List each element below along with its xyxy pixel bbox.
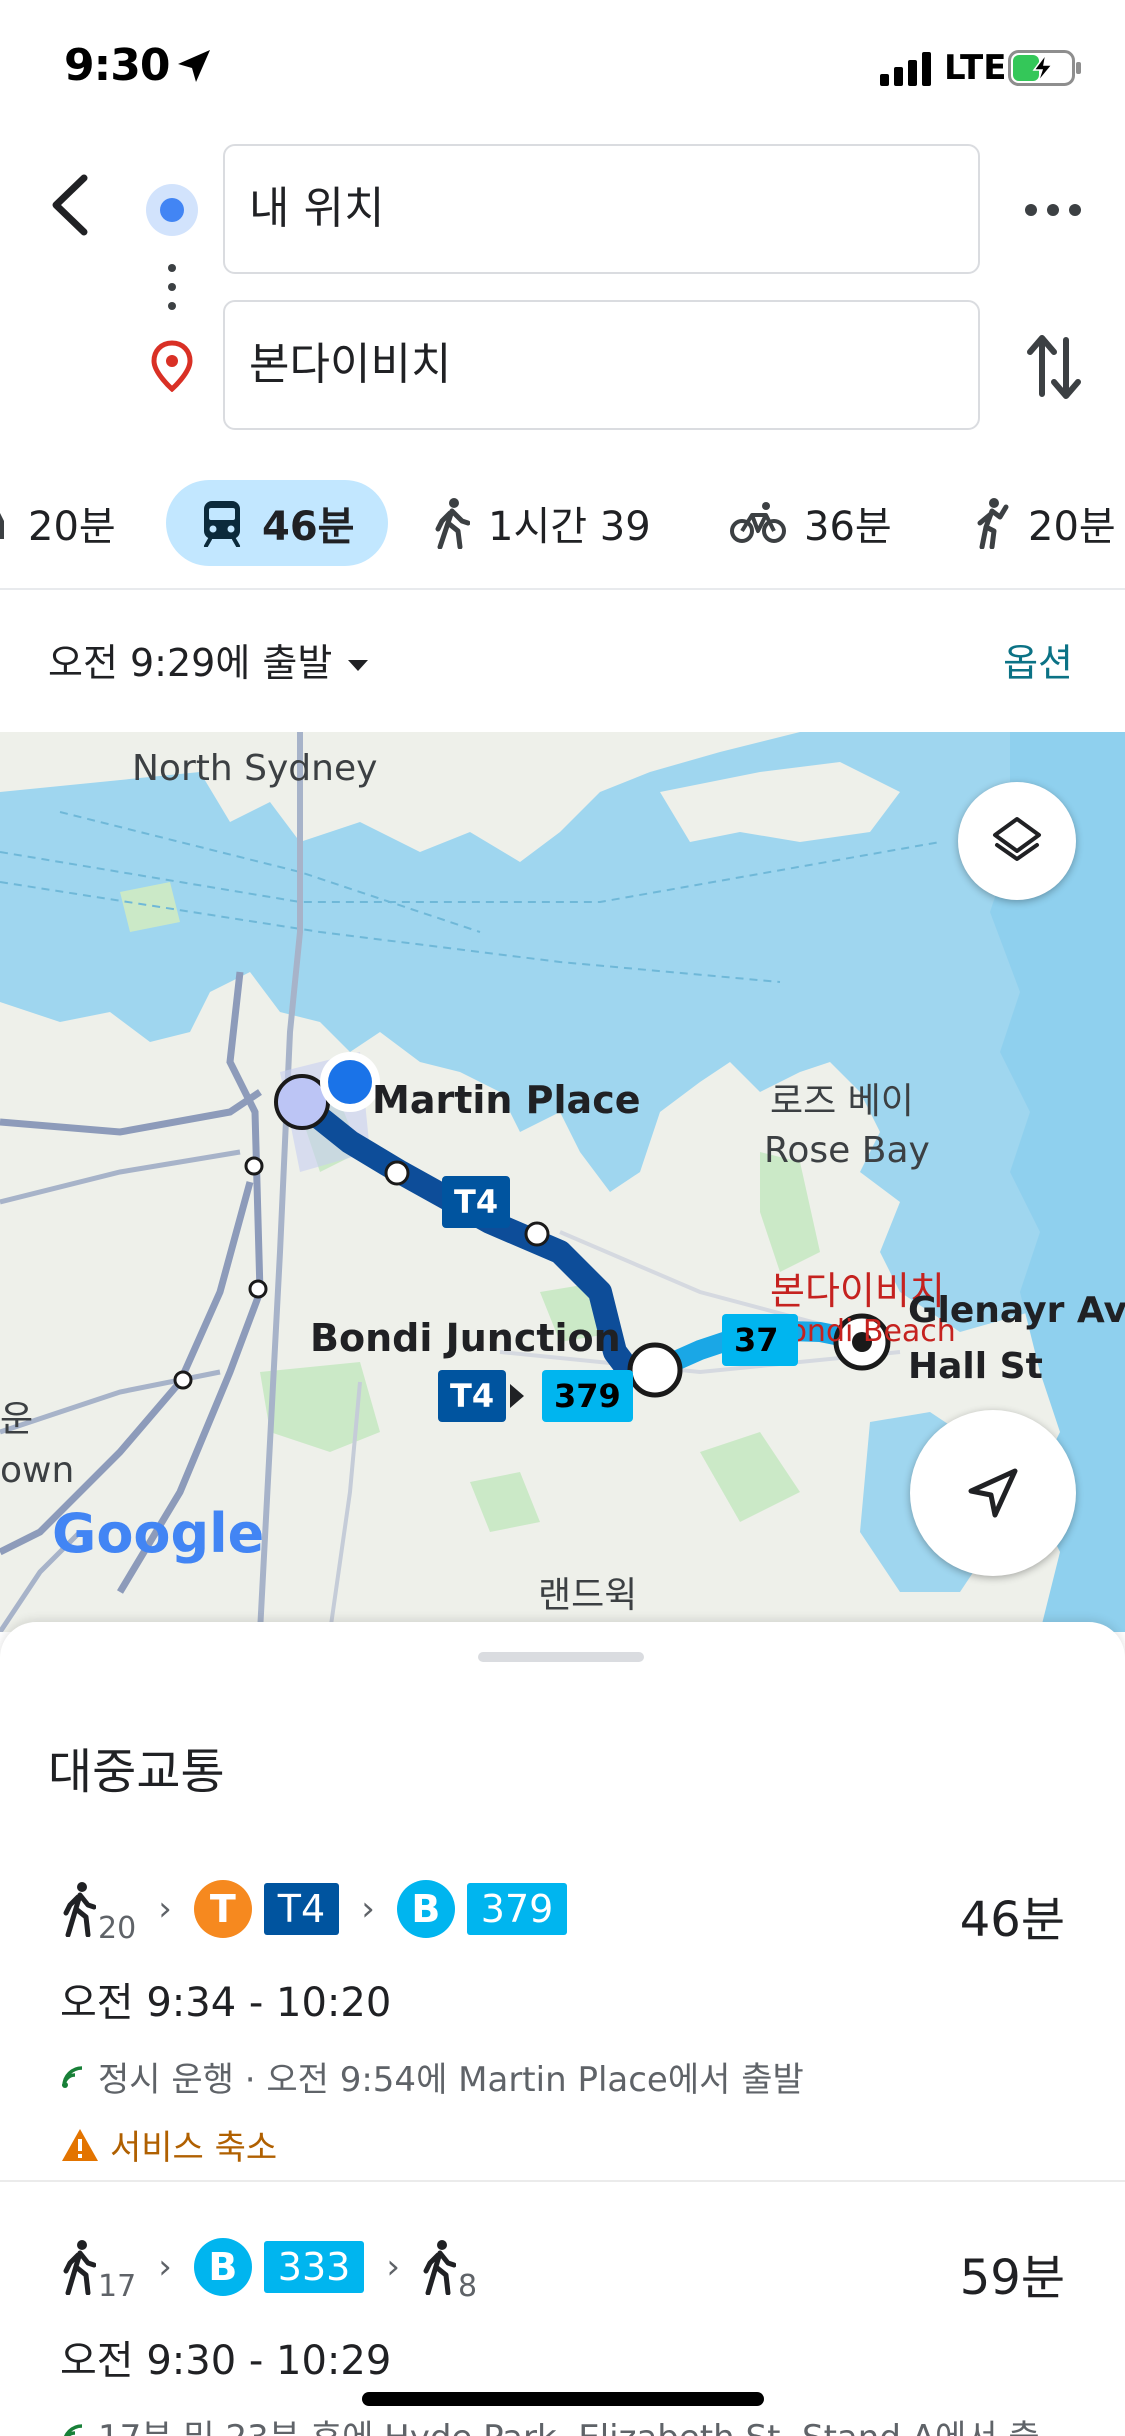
mode-tab-transit[interactable]: 46분 [166,480,389,566]
start-navigation-button[interactable] [910,1410,1076,1576]
map-label-bondi-junction: Bondi Junction [310,1316,621,1360]
route-duration: 46분 [959,1892,1065,1948]
sheet-drag-handle[interactable] [478,1652,644,1662]
mode-tab-label: 36분 [804,504,892,550]
origin-input[interactable]: 내 위치 [223,144,980,274]
walk-icon [435,498,470,549]
departure-time-selector[interactable]: 오전 9:29에 출발 [48,632,369,687]
map-label-north-sydney: North Sydney [132,748,378,789]
home-indicator[interactable] [362,2392,764,2406]
swap-directions-icon[interactable] [1024,330,1084,404]
walk-icon [63,2240,96,2295]
route-arrow-icon [510,1384,524,1408]
travel-mode-tabs: 20분 46분 1시간 39 36분 20분 [0,470,1125,576]
service-alert: 서비스 축소 [60,2120,277,2169]
walk-minutes-before: 17 [98,2268,137,2304]
walk-icon [63,1882,96,1937]
bike-icon [730,502,786,543]
mode-tab-rideshare[interactable]: 20분 [970,480,1116,566]
route-divider [0,2180,1125,2182]
walk-icon [423,2240,456,2295]
destination-input[interactable]: 본다이비치 [223,300,980,430]
alert-text: 서비스 축소 [110,2128,278,2168]
warning-icon [62,2128,98,2161]
walk-minutes-after: 8 [457,2268,478,2304]
connector-dots-icon [168,264,176,310]
signal-bars-icon [880,52,931,86]
battery-charging-icon [1008,50,1081,86]
realtime-info: 17분 및 23분 후에 Hyde Park, Elizabeth St, St… [60,2410,1074,2436]
leg-separator-icon: › [361,1889,375,1929]
status-bar: 9:30 LTE [0,0,1125,140]
leg-separator-icon: › [158,1889,172,1929]
dropdown-caret-icon [348,660,369,671]
train-line-chip: T4 [263,1883,340,1935]
bus-line-chip: 333 [263,2241,365,2293]
map-train-badge: T4 [442,1176,511,1228]
mode-tab-label: 46분 [262,504,355,550]
leg-separator-icon: › [386,2247,400,2287]
back-arrow-icon[interactable] [40,170,100,240]
route-times: 오전 9:34 - 10:20 [60,1980,392,2026]
layers-icon [993,817,1041,861]
rideshare-icon [977,498,1009,549]
location-arrow-icon [178,50,210,82]
map-label-rose-bay-ko: 로즈 베이 [770,1081,914,1122]
mode-tab-drive[interactable]: 20분 [0,480,116,566]
map-label-edge-a: 운 [0,1399,34,1440]
navigation-arrow-icon [968,1468,1018,1518]
options-link[interactable]: 옵션 [1003,632,1073,687]
sheet-title: 대중교통 [48,1744,225,1800]
realtime-info: 정시 운행 · 오전 9:54에 Martin Place에서 출발 [60,2052,804,2101]
route-duration: 59분 [959,2250,1065,2306]
map-train-badge-junction: T4 [438,1370,507,1422]
mode-tab-walk[interactable]: 1시간 39 [434,480,651,566]
leg-separator-icon: › [158,2247,172,2287]
bus-mode-icon: B [193,2238,252,2296]
route-map[interactable]: North Sydney Martin Place 로즈 베이 Rose Bay… [0,732,1125,1632]
origin-dot-icon [146,184,198,236]
more-options-icon[interactable] [1018,180,1088,240]
route-legs: 20 › T T4 › B 379 [62,1874,568,1946]
mode-tab-bike[interactable]: 36분 [730,480,892,566]
car-icon [0,513,4,539]
transit-icon [204,501,240,547]
map-label-glenayr: Glenayr Av [908,1290,1125,1331]
map-label-hall-st: Hall St [908,1346,1043,1387]
map-label-edge-b: own [0,1450,75,1491]
network-type: LTE [944,48,1007,88]
train-mode-icon: T [193,1880,252,1938]
bus-mode-icon: B [396,1880,455,1938]
google-logo: Google [52,1502,265,1565]
map-label-rose-bay-en: Rose Bay [764,1130,930,1171]
departure-label: 오전 9:29에 출발 [48,641,333,685]
mode-tab-label: 20분 [1028,504,1116,550]
map-label-martin-place: Martin Place [372,1078,641,1122]
mode-divider [0,588,1125,590]
bus-line-chip: 379 [466,1883,568,1935]
destination-pin-icon [151,340,193,392]
map-bus-badge-junction: 379 [542,1370,633,1422]
mode-tab-label: 20분 [28,504,116,550]
route-legs: 17 › B 333 › 8 [62,2232,478,2304]
status-time: 9:30 [64,40,170,91]
route-times: 오전 9:30 - 10:29 [60,2338,392,2384]
routes-sheet: 대중교통 20 › T T4 › B 379 46분 오전 9:34 - 10:… [0,1622,1125,2436]
realtime-signal-icon [62,2065,83,2088]
map-layers-button[interactable] [958,782,1076,900]
route-option-1[interactable]: 20 › T T4 › B 379 46분 오전 9:34 - 10:20 정시… [0,1844,1125,2402]
map-label-randwick: 랜드윅 [538,1575,638,1616]
mode-tab-label: 1시간 39 [488,504,651,550]
map-bus-badge: 37 [722,1314,798,1366]
realtime-signal-icon [63,2423,83,2436]
realtime-text: 정시 운행 · 오전 9:54에 Martin Place에서 출발 [98,2060,804,2100]
realtime-text: 17분 및 23분 후에 Hyde Park, Elizabeth St, St… [98,2410,1074,2436]
walk-minutes: 20 [98,1910,137,1946]
